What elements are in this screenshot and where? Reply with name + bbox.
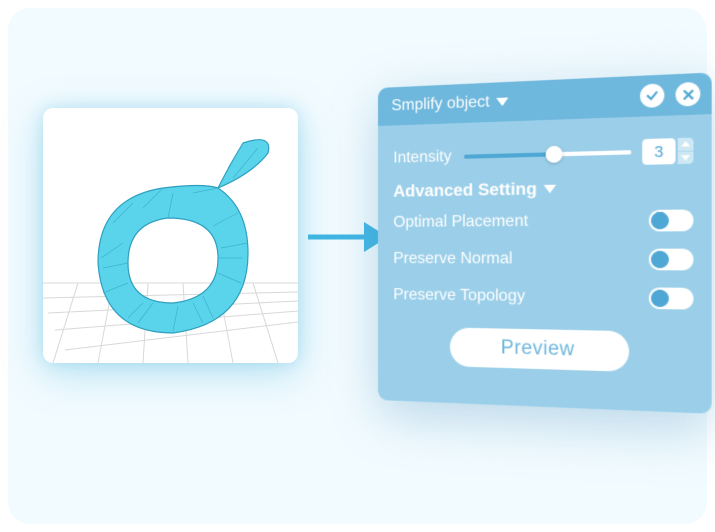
preserve-normal-label: Preserve Normal [393, 250, 512, 269]
stepper-down[interactable] [678, 151, 694, 164]
optimal-placement-label: Optimal Placement [393, 212, 528, 232]
intensity-row: Intensity 3 [393, 136, 693, 171]
chevron-down-icon [496, 97, 508, 106]
panel-wrap: Smplify object Intensity 3 [378, 88, 698, 418]
stepper-up[interactable] [678, 138, 694, 152]
advanced-section-toggle[interactable]: Advanced Setting [393, 176, 693, 202]
preserve-normal-toggle[interactable] [649, 249, 694, 271]
intensity-slider[interactable] [463, 147, 631, 162]
optimal-placement-toggle[interactable] [649, 209, 694, 231]
close-icon [682, 88, 694, 100]
intensity-value[interactable]: 3 [642, 138, 675, 165]
confirm-button[interactable] [640, 83, 664, 108]
viewport-thumbnail [43, 108, 298, 363]
preserve-normal-row: Preserve Normal [393, 245, 693, 273]
canvas: Smplify object Intensity 3 [8, 8, 707, 524]
preserve-topology-toggle[interactable] [649, 287, 694, 309]
check-icon [646, 89, 659, 102]
intensity-stepper[interactable] [678, 138, 694, 165]
preserve-topology-row: Preserve Topology [393, 282, 693, 313]
close-button[interactable] [676, 82, 701, 107]
preview-row: Preview [393, 326, 693, 374]
preserve-topology-label: Preserve Topology [393, 286, 525, 306]
panel-title-dropdown[interactable]: Smplify object [391, 87, 629, 115]
advanced-section-label: Advanced Setting [393, 179, 537, 202]
chevron-down-icon [681, 155, 690, 161]
chevron-up-icon [681, 141, 690, 147]
panel-body: Intensity 3 Advanced Setting Optimal P [378, 114, 712, 414]
mesh-preview [43, 108, 298, 363]
optimal-placement-row: Optimal Placement [393, 206, 693, 236]
panel-title: Smplify object [391, 93, 489, 115]
simplify-panel: Smplify object Intensity 3 [378, 72, 712, 433]
arrow-icon [306, 218, 388, 256]
preview-button[interactable]: Preview [450, 327, 628, 371]
chevron-down-icon [543, 185, 556, 194]
intensity-label: Intensity [393, 148, 451, 168]
